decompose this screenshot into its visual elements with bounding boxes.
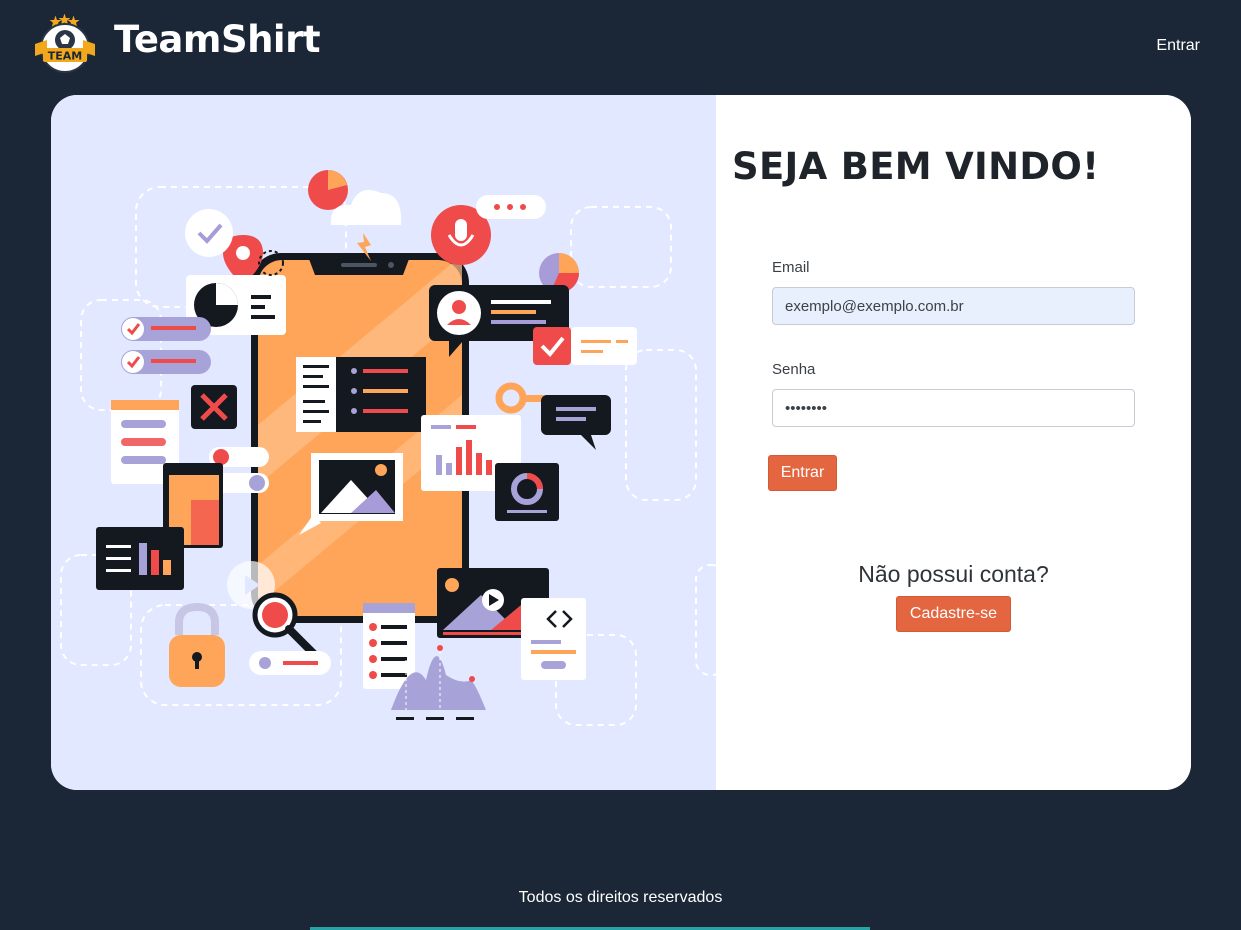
nav-login-link[interactable]: Entrar xyxy=(1156,37,1200,55)
brand-title[interactable]: TeamShirt xyxy=(114,18,321,61)
no-account-text: Não possui conta? xyxy=(858,561,1049,587)
team-logo-icon[interactable]: TEAM xyxy=(33,13,97,76)
page-title: SEJA BEM VINDO! xyxy=(732,145,1100,188)
email-label: Email xyxy=(772,259,810,276)
login-button[interactable]: Entrar xyxy=(768,455,837,491)
email-field[interactable] xyxy=(772,287,1135,325)
mobile-apps-illustration xyxy=(60,170,716,726)
login-form-panel: SEJA BEM VINDO! Email Senha Entrar Não p… xyxy=(716,95,1191,790)
logo-text: TEAM xyxy=(48,50,82,63)
password-label: Senha xyxy=(772,361,816,378)
signup-button[interactable]: Cadastre-se xyxy=(896,596,1011,632)
login-card: SEJA BEM VINDO! Email Senha Entrar Não p… xyxy=(51,95,1191,790)
illustration-panel xyxy=(51,95,716,790)
password-field[interactable] xyxy=(772,389,1135,427)
navbar: TEAM TeamShirt Entrar xyxy=(0,0,1241,90)
footer-text: Todos os direitos reservados xyxy=(518,889,723,906)
